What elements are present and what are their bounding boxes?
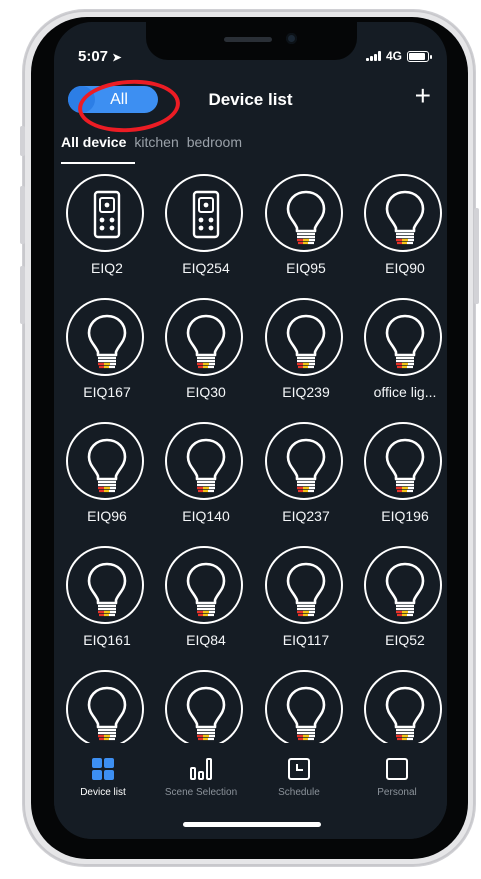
device-tile[interactable]: EIQ239 bbox=[257, 298, 355, 420]
bulb-icon bbox=[66, 546, 144, 624]
bulb-icon bbox=[265, 546, 343, 624]
bulb-icon bbox=[364, 298, 442, 376]
device-name: EIQ239 bbox=[282, 384, 330, 400]
remote-icon bbox=[66, 174, 144, 252]
grid-icon bbox=[54, 757, 152, 781]
bar-chart-icon bbox=[152, 757, 250, 781]
bulb-icon bbox=[364, 422, 442, 500]
device-name: office lig... bbox=[373, 384, 437, 400]
nav-device-list-label: Device list bbox=[80, 787, 126, 798]
bulb-icon bbox=[66, 422, 144, 500]
device-name: EIQ237 bbox=[282, 508, 330, 524]
device-tile[interactable]: EIQ167 bbox=[58, 298, 156, 420]
bulb-icon bbox=[165, 546, 243, 624]
device-name: EIQ95 bbox=[286, 260, 326, 276]
app-screen: 5:07 ➤ 4G All Device list + All device k… bbox=[54, 22, 447, 839]
device-tile[interactable]: EIQ84 bbox=[157, 546, 255, 668]
device-tile[interactable]: EIQ254 bbox=[157, 174, 255, 296]
home-indicator bbox=[183, 822, 321, 827]
tab-bedroom[interactable]: bedroom bbox=[187, 134, 242, 150]
nav-scene-selection[interactable]: Scene Selection bbox=[152, 757, 250, 798]
device-name: EIQ196 bbox=[381, 508, 429, 524]
battery-icon bbox=[407, 50, 432, 62]
device-tile[interactable]: office lig... bbox=[356, 298, 447, 420]
bulb-icon bbox=[364, 546, 442, 624]
notch bbox=[146, 22, 357, 60]
bulb-icon bbox=[364, 174, 442, 252]
device-tile[interactable]: EIQ90 bbox=[356, 174, 447, 296]
tab-kitchen[interactable]: kitchen bbox=[134, 134, 178, 150]
device-name: EIQ167 bbox=[83, 384, 131, 400]
active-tab-underline bbox=[61, 162, 135, 164]
device-tile[interactable]: EIQ52 bbox=[356, 546, 447, 668]
status-time: 5:07 ➤ bbox=[78, 48, 121, 65]
bulb-icon bbox=[265, 670, 343, 748]
device-name: EIQ161 bbox=[83, 632, 131, 648]
remote-icon bbox=[165, 174, 243, 252]
device-name: EIQ254 bbox=[182, 260, 230, 276]
device-name: EIQ96 bbox=[87, 508, 127, 524]
nav-personal-label: Personal bbox=[377, 787, 417, 798]
device-tile[interactable]: EIQ237 bbox=[257, 422, 355, 544]
bulb-icon bbox=[165, 422, 243, 500]
bulb-icon bbox=[165, 670, 243, 748]
volume-up-button bbox=[20, 186, 25, 244]
status-indicators: 4G bbox=[365, 49, 432, 63]
nav-schedule-label: Schedule bbox=[278, 787, 320, 798]
device-tile[interactable]: EIQ30 bbox=[157, 298, 255, 420]
location-arrow-icon: ➤ bbox=[112, 52, 122, 64]
device-name: EIQ30 bbox=[186, 384, 226, 400]
room-tabs: All device kitchen bedroom bbox=[61, 134, 242, 150]
device-tile[interactable]: EIQ95 bbox=[257, 174, 355, 296]
front-camera bbox=[286, 33, 297, 44]
network-type: 4G bbox=[385, 49, 402, 63]
bulb-icon bbox=[66, 670, 144, 748]
bulb-icon bbox=[66, 298, 144, 376]
silent-switch bbox=[20, 126, 25, 156]
device-name: EIQ84 bbox=[186, 632, 226, 648]
device-name: EIQ2 bbox=[91, 260, 123, 276]
schedule-icon bbox=[250, 757, 348, 781]
bulb-icon bbox=[265, 174, 343, 252]
bulb-icon bbox=[265, 422, 343, 500]
nav-device-list[interactable]: Device list bbox=[54, 757, 152, 798]
add-device-button[interactable]: + bbox=[415, 82, 431, 110]
status-time-text: 5:07 bbox=[78, 48, 109, 65]
bulb-icon bbox=[364, 670, 442, 748]
speaker bbox=[224, 37, 272, 42]
device-tile[interactable]: EIQ161 bbox=[58, 546, 156, 668]
nav-scene-selection-label: Scene Selection bbox=[164, 787, 238, 798]
device-name: EIQ117 bbox=[282, 632, 330, 648]
personal-icon bbox=[348, 757, 446, 781]
bulb-icon bbox=[265, 298, 343, 376]
device-tile[interactable]: EIQ140 bbox=[157, 422, 255, 544]
device-tile[interactable]: EIQ96 bbox=[58, 422, 156, 544]
signal-icon bbox=[365, 51, 381, 61]
nav-schedule[interactable]: Schedule bbox=[250, 757, 348, 798]
device-tile[interactable]: EIQ117 bbox=[257, 546, 355, 668]
device-tile[interactable]: EIQ2 bbox=[58, 174, 156, 296]
bulb-icon bbox=[165, 298, 243, 376]
device-name: EIQ90 bbox=[385, 260, 425, 276]
bottom-nav: Device list Scene Selection Schedule Per… bbox=[54, 743, 447, 839]
power-button bbox=[474, 208, 479, 304]
nav-personal[interactable]: Personal bbox=[348, 757, 446, 798]
volume-down-button bbox=[20, 266, 25, 324]
page-title: Device list bbox=[208, 90, 293, 109]
device-name: EIQ140 bbox=[182, 508, 230, 524]
tab-all-device[interactable]: All device bbox=[61, 134, 126, 150]
device-tile[interactable]: EIQ196 bbox=[356, 422, 447, 544]
device-name: EIQ52 bbox=[385, 632, 425, 648]
